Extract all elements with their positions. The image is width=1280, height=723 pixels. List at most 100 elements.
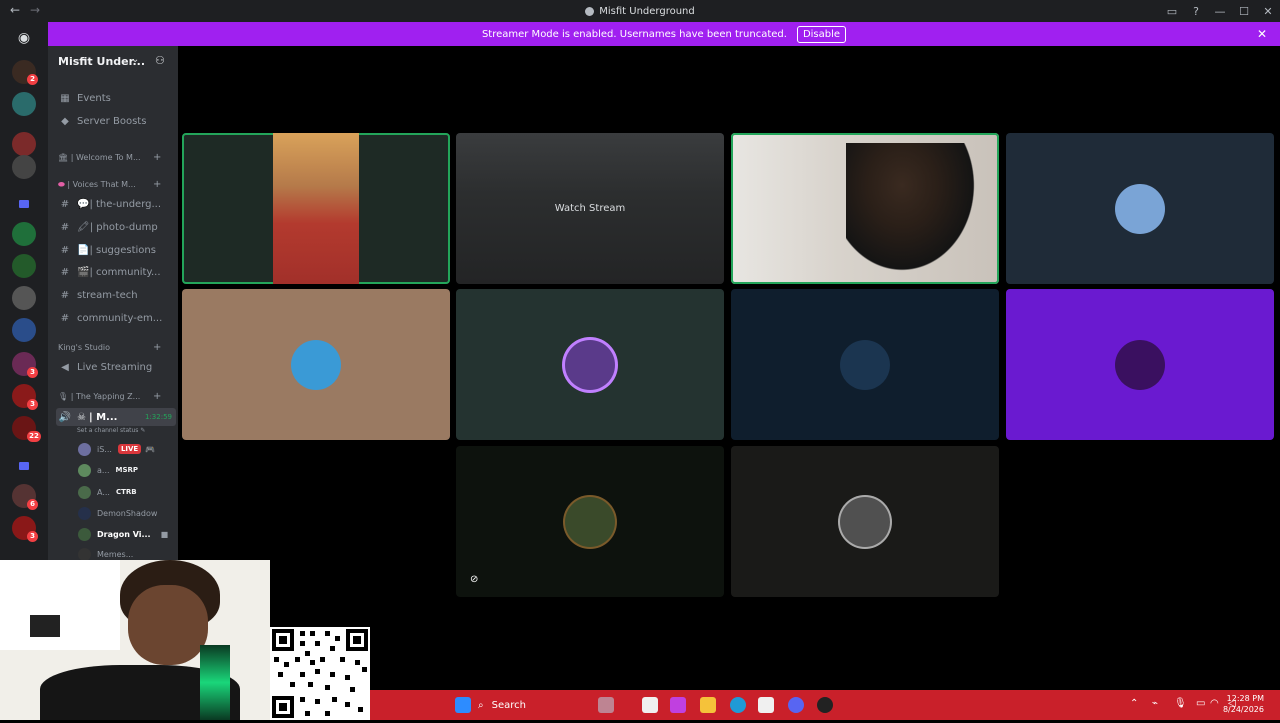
speaker-icon: 🔊 — [58, 411, 72, 423]
system-clock[interactable]: 12:28 PM 8/24/2026 — [1223, 693, 1264, 715]
category-yapping[interactable]: 🎙 | The Yapping Z... — [58, 392, 140, 401]
help-icon[interactable]: ? — [1184, 5, 1208, 18]
pencil-icon: ✎ — [140, 427, 146, 434]
mic-icon[interactable]: 🎙 — [1174, 698, 1187, 709]
voice-user[interactable]: Dragon Vi... ■ — [78, 524, 168, 544]
video-tile[interactable] — [182, 133, 450, 284]
channel-stream-tech[interactable]: # stream-tech — [58, 286, 138, 304]
hashtag-icon: # — [60, 289, 70, 301]
channel-suggestions[interactable]: # 📄 | suggestions — [58, 241, 156, 259]
video-tile[interactable] — [731, 133, 999, 284]
close-button[interactable]: ✕ — [1256, 5, 1280, 18]
channel-photo-dump[interactable]: # 🖍 | photo-dump — [58, 218, 158, 236]
forward-arrow-icon[interactable]: → — [30, 3, 40, 17]
video-tile[interactable] — [182, 289, 450, 440]
file-explorer-icon[interactable] — [700, 697, 716, 713]
voice-user[interactable]: iS... LIVE 🎮 — [78, 439, 155, 459]
rgb-bottle — [200, 645, 230, 720]
voice-user[interactable]: a... MSRP — [78, 460, 138, 480]
windows-start-icon[interactable] — [455, 697, 471, 713]
voice-channel-active[interactable]: 🔊 ☠ | M... 1:32:59 — [56, 408, 176, 426]
add-channel-icon[interactable]: + — [153, 391, 161, 402]
category-voices[interactable]: ⬬ | Voices That M... — [58, 180, 136, 190]
mention-badge: 3 — [27, 531, 38, 542]
store-icon[interactable] — [758, 697, 774, 713]
channel-sidebar: Misfit Under... ⌄ ⚇ ▦ Events ◆ Server Bo… — [48, 46, 178, 560]
server-icon[interactable] — [12, 254, 36, 278]
server-folder-icon[interactable] — [12, 192, 36, 216]
sidebar-item-events[interactable]: ▦ Events — [58, 89, 111, 107]
hashtag-icon: # — [60, 266, 70, 278]
close-icon[interactable]: ✕ — [1257, 27, 1267, 41]
copilot-icon[interactable] — [670, 697, 686, 713]
qr-code-graphic — [270, 627, 370, 720]
video-tile[interactable] — [1006, 133, 1274, 284]
video-tile[interactable] — [1006, 289, 1274, 440]
channel-live-streaming[interactable]: ◀ Live Streaming — [58, 358, 152, 376]
stream-tile[interactable]: Watch Stream — [456, 133, 724, 284]
face-shape — [128, 585, 208, 665]
server-icon[interactable] — [12, 222, 36, 246]
server-icon[interactable] — [12, 155, 36, 179]
discord-taskbar-icon[interactable] — [788, 697, 804, 713]
add-channel-icon[interactable]: + — [153, 179, 161, 190]
wifi-icon[interactable]: ◠ — [1210, 698, 1219, 709]
chevron-down-icon[interactable]: ⌄ — [131, 54, 139, 65]
voice-user[interactable]: DemonShadow — [78, 503, 157, 523]
video-tile[interactable] — [731, 289, 999, 440]
inbox-icon[interactable]: ▭ — [1160, 5, 1184, 18]
clock-time: 12:28 PM — [1226, 694, 1264, 703]
add-member-icon[interactable]: ⚇ — [155, 54, 165, 67]
add-channel-icon[interactable]: + — [153, 342, 161, 353]
video-tile[interactable] — [456, 289, 724, 440]
video-tile[interactable] — [731, 446, 999, 597]
megaphone-icon: ◀ — [61, 361, 69, 373]
webcam-feed — [846, 143, 986, 284]
channel-status[interactable]: Set a channel status ✎ — [77, 427, 145, 434]
webcam-feed — [273, 133, 359, 284]
video-tile[interactable]: ⊘ — [456, 446, 724, 597]
back-arrow-icon[interactable]: ← — [10, 3, 20, 17]
disable-streamer-mode-button[interactable]: Disable — [796, 25, 847, 43]
banner-message: Streamer Mode is enabled. Usernames have… — [481, 28, 787, 40]
mention-badge: 22 — [27, 431, 41, 442]
clapperboard-icon: 🎬 — [77, 266, 90, 278]
server-icon[interactable] — [12, 318, 36, 342]
mention-badge: 2 — [27, 74, 38, 85]
category-kings-studio[interactable]: King's Studio — [58, 343, 110, 352]
hashtag-icon: # — [60, 198, 70, 210]
edge-browser-icon[interactable] — [730, 697, 746, 713]
server-icon — [585, 6, 595, 16]
channel-the-underground[interactable]: # 💬 | the-underg... — [58, 195, 161, 213]
add-channel-icon[interactable]: + — [153, 152, 161, 163]
server-header[interactable]: Misfit Under... ⌄ ⚇ — [48, 46, 178, 79]
document-icon: 📄 — [77, 244, 90, 256]
server-folder-icon[interactable] — [12, 454, 36, 478]
watch-stream-button[interactable]: Watch Stream — [555, 203, 626, 214]
live-badge: LIVE — [117, 444, 142, 454]
sidebar-item-server-boosts[interactable]: ◆ Server Boosts — [58, 112, 146, 130]
calendar-icon: ▦ — [60, 92, 70, 104]
channel-community[interactable]: # 🎬 | community... — [58, 263, 161, 281]
watch-stream-overlay[interactable]: Watch Stream — [456, 133, 724, 284]
discord-home-icon[interactable]: ◉ — [12, 26, 36, 50]
channel-community-em[interactable]: # community-em... — [58, 309, 162, 327]
minimize-button[interactable]: — — [1208, 5, 1232, 18]
category-welcome[interactable]: 🏛 | Welcome To M... — [58, 153, 141, 162]
title-bar: ← → Misfit Underground ▭ ? — ☐ ✕ — [0, 0, 1280, 22]
server-icon[interactable] — [12, 286, 36, 310]
voice-timer: 1:32:59 — [145, 413, 172, 421]
camera-icon: ■ — [160, 529, 169, 539]
server-icon[interactable] — [12, 92, 36, 116]
task-view-icon[interactable] — [642, 697, 658, 713]
voice-user[interactable]: A... CTRB — [78, 482, 137, 502]
network-icon[interactable]: ⌁ — [1152, 698, 1158, 709]
obs-icon[interactable] — [817, 697, 833, 713]
voice-user[interactable]: Memes... — [78, 544, 133, 560]
boost-icon: ◆ — [61, 115, 69, 127]
display-icon[interactable]: ▭ — [1196, 698, 1205, 709]
server-icon[interactable] — [12, 132, 36, 156]
chevron-up-icon[interactable]: ⌃ — [1130, 698, 1138, 709]
maximize-button[interactable]: ☐ — [1232, 5, 1256, 18]
muted-icon: ⊘ — [470, 574, 479, 585]
